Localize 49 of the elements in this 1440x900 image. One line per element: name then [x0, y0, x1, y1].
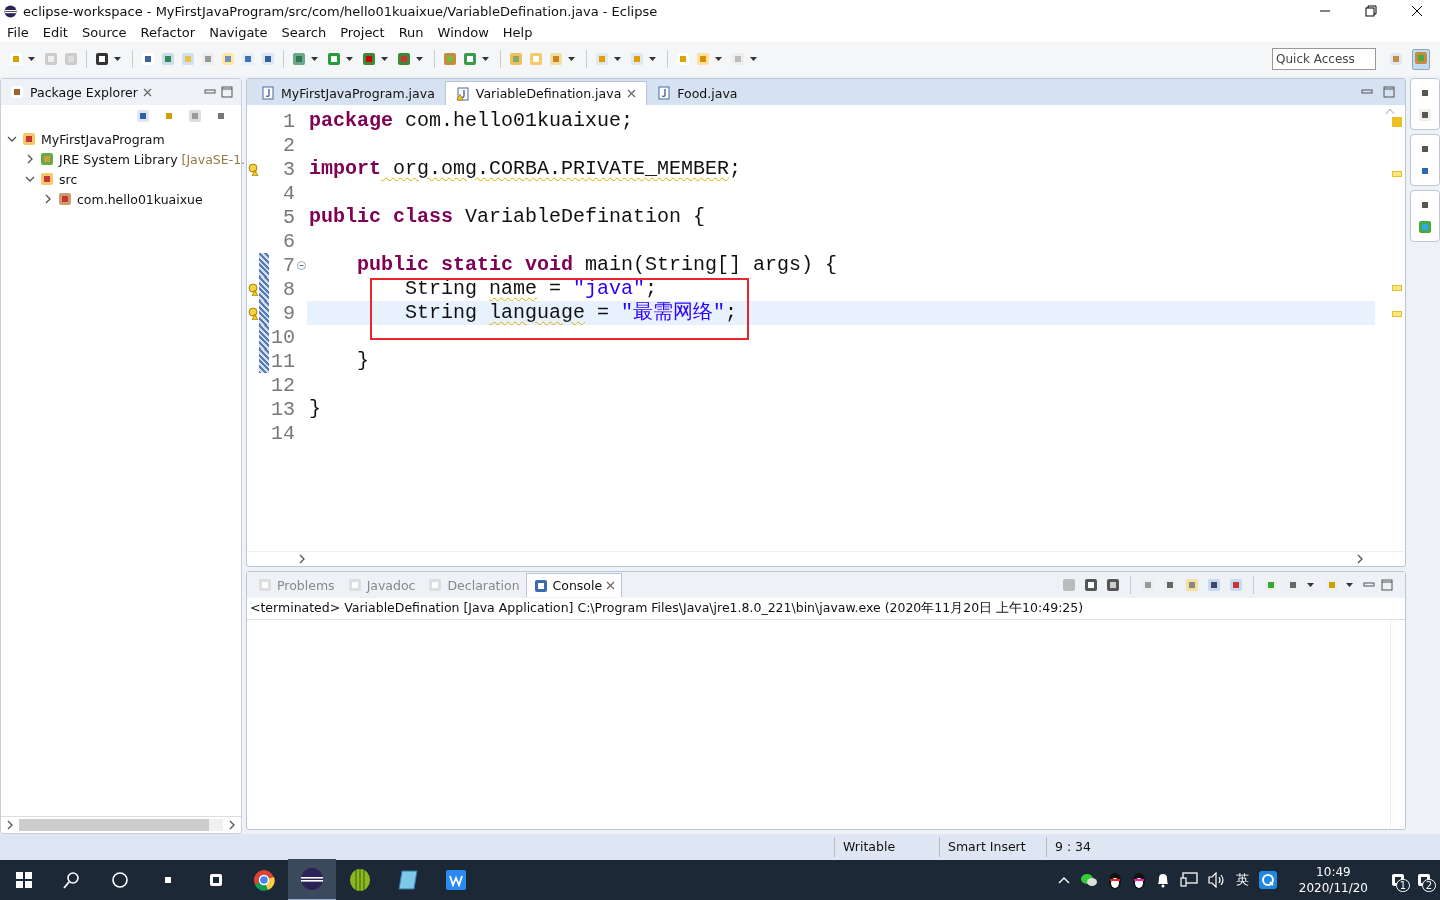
- menu-item[interactable]: Window: [430, 24, 496, 40]
- menu-item[interactable]: Search: [274, 24, 334, 40]
- clock-time[interactable]: 10:49: [1316, 864, 1351, 880]
- code-line: public static void main(String[] args) {: [356, 253, 839, 277]
- code-line: import org.omg.CORBA.PRIVATE_MEMBER;: [308, 157, 743, 181]
- menu-item[interactable]: Navigate: [202, 24, 275, 40]
- tree-item[interactable]: JRE System Library: [59, 151, 178, 167]
- line-number: 8: [282, 277, 296, 301]
- line-number: 10: [270, 325, 296, 349]
- clock-date[interactable]: 2020/11/20: [1298, 880, 1368, 896]
- editor-tab[interactable]: VariableDefination.java: [444, 81, 648, 105]
- line-number: 6: [282, 229, 296, 253]
- console-header: <terminated> VariableDefination [Java Application] C:\Program Files\Java\jre1.8.0_221\bin\javaw.exe (2020年11月20日 上午10:49:25): [247, 598, 1405, 620]
- menu-item[interactable]: Run: [391, 24, 431, 40]
- code-line: String name = "java";: [404, 277, 659, 301]
- menu-item[interactable]: Refactor: [133, 24, 203, 40]
- code-line: }: [356, 349, 370, 373]
- input-method-indicator[interactable]: 英: [1235, 871, 1249, 889]
- code-line: public class VariableDefination {: [308, 205, 707, 229]
- editor-tab[interactable]: Food.java: [647, 81, 748, 105]
- line-number: 7: [282, 253, 296, 277]
- tree-item-decoration: [JavaSE-1.: [181, 151, 246, 167]
- line-number: 1: [282, 109, 296, 133]
- editor-tab[interactable]: MyFirstJavaProgram.java: [251, 81, 445, 105]
- line-number: 11: [270, 349, 296, 373]
- quick-access-field[interactable]: Quick Access: [1272, 48, 1376, 70]
- line-number: 9: [282, 301, 296, 325]
- tree-item[interactable]: MyFirstJavaProgram: [41, 131, 165, 147]
- line-number: 3: [282, 157, 296, 181]
- code-line: }: [308, 397, 322, 421]
- menu-item[interactable]: Source: [74, 24, 134, 40]
- line-number: 2: [282, 133, 296, 157]
- line-number: 5: [282, 205, 296, 229]
- tree-item[interactable]: com.hello01kuaixue: [77, 191, 203, 207]
- status-field: 9 : 34: [1046, 837, 1143, 857]
- line-number: 14: [270, 421, 296, 445]
- line-number: 4: [282, 181, 296, 205]
- menu-item[interactable]: Edit: [35, 24, 75, 40]
- menu-item[interactable]: Help: [495, 24, 540, 40]
- line-number: 12: [270, 373, 296, 397]
- window-title: eclipse-workspace - MyFirstJavaProgram/src/com/hello01kuaixue/VariableDefination.java - Eclipse: [23, 3, 658, 19]
- view-tab[interactable]: Console: [525, 573, 623, 597]
- code-line: package com.hello01kuaixue;: [308, 109, 635, 133]
- status-field: Smart Insert: [939, 837, 1046, 857]
- menu-item[interactable]: Project: [333, 24, 392, 40]
- line-number: 13: [270, 397, 296, 421]
- tree-item[interactable]: src: [59, 171, 78, 187]
- menu-item[interactable]: File: [0, 24, 36, 40]
- status-field: Writable: [834, 837, 939, 857]
